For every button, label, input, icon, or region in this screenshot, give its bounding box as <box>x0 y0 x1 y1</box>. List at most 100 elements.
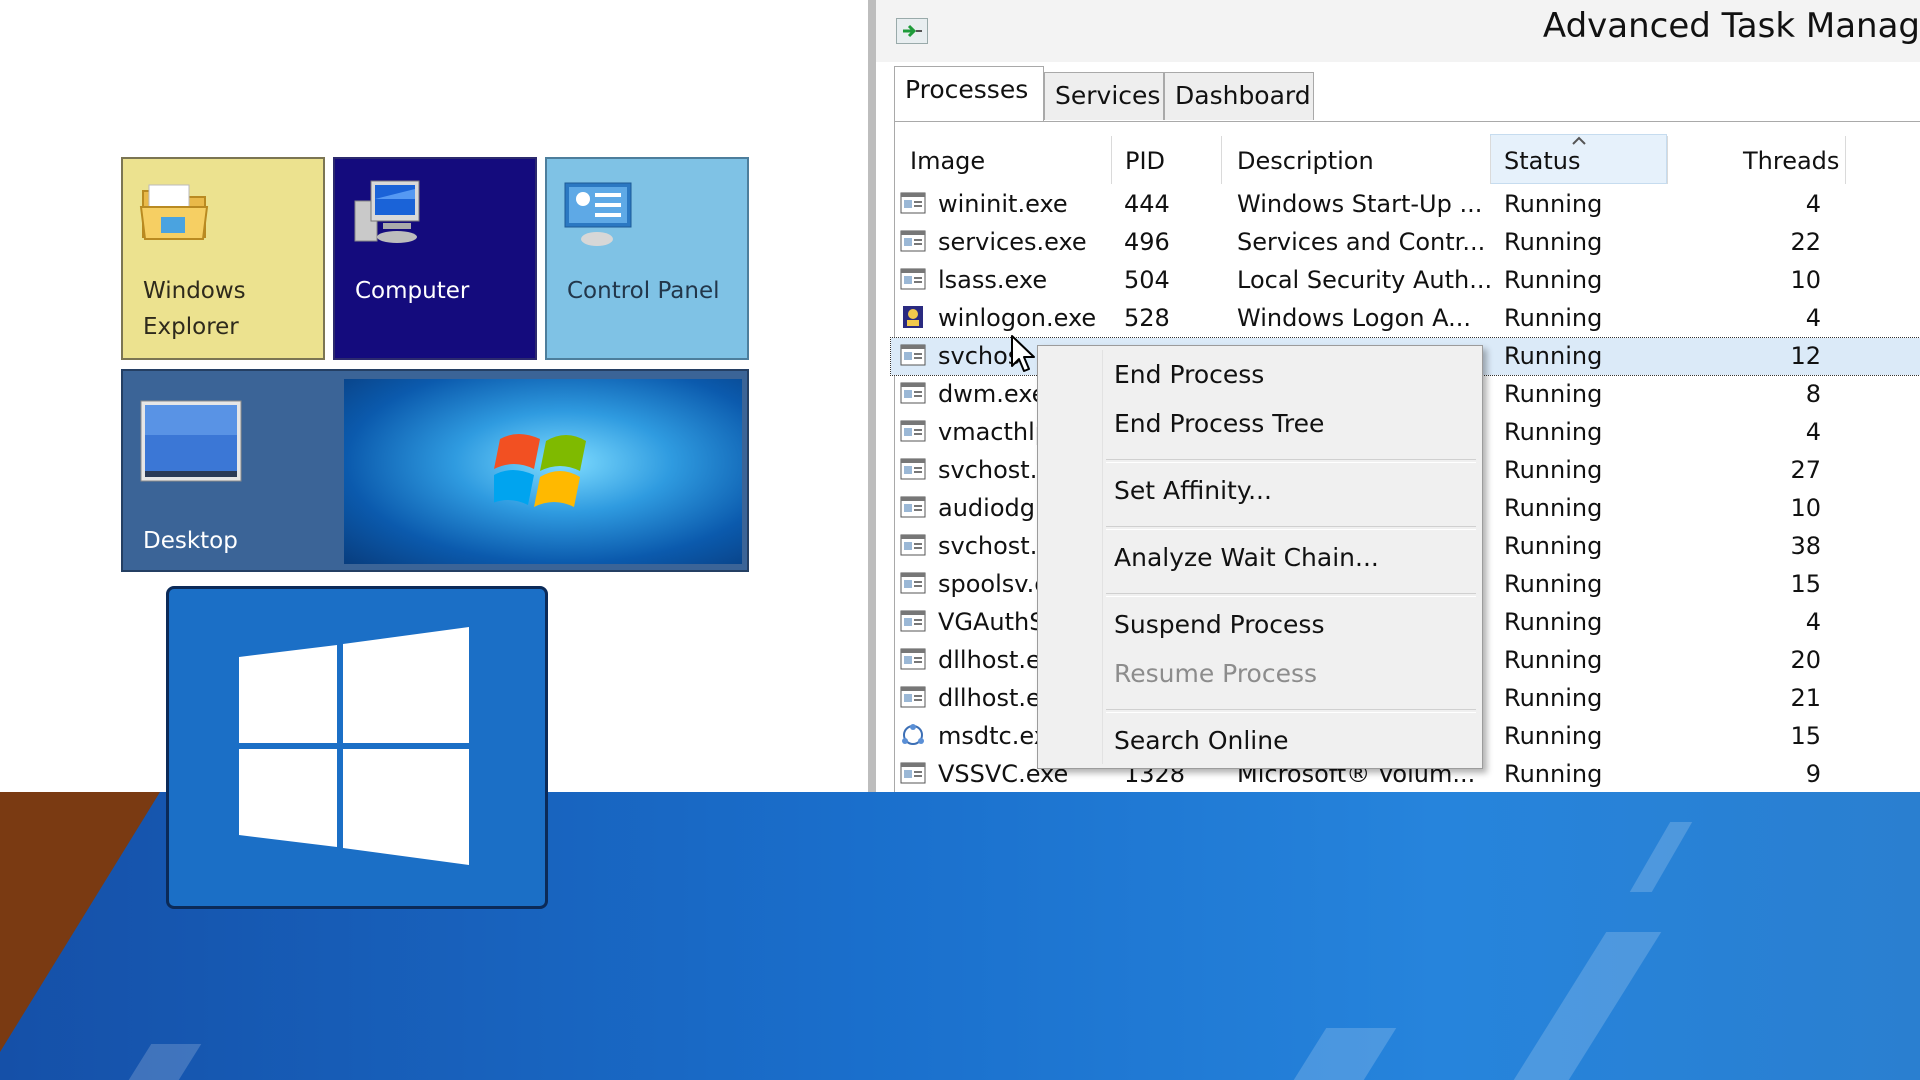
cell-description: Local Security Auth... <box>1237 266 1493 294</box>
computer-icon <box>354 180 420 243</box>
cell-threads: 15 <box>1790 722 1821 750</box>
column-header-pid[interactable]: PID <box>1125 147 1165 175</box>
cell-status: Running <box>1504 684 1603 712</box>
control-panel-tile[interactable]: Control Panel <box>545 157 749 360</box>
cell-threads: 38 <box>1790 532 1821 560</box>
cell-status: Running <box>1504 304 1603 332</box>
cell-threads: 4 <box>1805 418 1821 446</box>
cell-pid: 504 <box>1124 266 1170 294</box>
tab-processes[interactable]: Processes <box>894 66 1044 122</box>
table-row[interactable]: wininit.exe 444 Windows Start-Up ... Runnin… <box>891 186 1920 223</box>
menu-item-analyze-wait-chain[interactable]: Analyze Wait Chain... <box>1114 543 1379 572</box>
cell-description: Windows Logon A... <box>1237 304 1472 332</box>
cell-description: Windows Start-Up ... <box>1237 190 1483 218</box>
windows-explorer-tile[interactable]: Windows Explorer <box>121 157 325 360</box>
context-menu: End Process End Process Tree Set Affinit… <box>1037 345 1483 769</box>
menu-item-resume-process: Resume Process <box>1114 659 1318 688</box>
column-header-threads[interactable]: Threads <box>1743 147 1839 175</box>
cell-image: lsass.exe <box>938 266 1048 294</box>
column-header-status[interactable]: Status <box>1504 147 1580 175</box>
cell-status: Running <box>1504 418 1603 446</box>
window-icon <box>900 610 926 632</box>
cell-status: Running <box>1504 228 1603 256</box>
cell-threads: 4 <box>1805 190 1821 218</box>
tile-label: Windows <box>143 278 246 304</box>
decorative-stripe <box>1629 822 1693 892</box>
menu-separator <box>1106 526 1476 530</box>
column-separator[interactable] <box>1490 136 1491 184</box>
column-separator[interactable] <box>1221 136 1222 184</box>
menu-item-end-process[interactable]: End Process <box>1114 360 1264 389</box>
tile-label: Explorer <box>143 314 239 340</box>
cell-threads: 10 <box>1790 266 1821 294</box>
window-icon <box>900 344 926 366</box>
window-icon <box>900 496 926 518</box>
cell-status: Running <box>1504 342 1603 370</box>
cell-threads: 9 <box>1805 760 1821 788</box>
menu-separator <box>1106 459 1476 463</box>
column-separator[interactable] <box>1667 136 1668 184</box>
cell-status: Running <box>1504 646 1603 674</box>
desktop-wallpaper <box>344 379 742 564</box>
tile-label: Desktop <box>143 528 238 554</box>
cell-threads: 27 <box>1790 456 1821 484</box>
tab-services[interactable]: Services <box>1044 72 1164 120</box>
table-row[interactable]: winlogon.exe 528 Windows Logon A... Running… <box>891 300 1920 337</box>
window-icon <box>900 572 926 594</box>
tile-label: Computer <box>355 278 470 304</box>
column-separator[interactable] <box>1845 136 1846 184</box>
monitor-icon <box>140 400 242 482</box>
cell-pid: 528 <box>1124 304 1170 332</box>
cell-status: Running <box>1504 608 1603 636</box>
arrow-icon <box>903 24 922 38</box>
network-icon <box>902 724 924 745</box>
cell-status: Running <box>1504 190 1603 218</box>
cell-threads: 8 <box>1805 380 1821 408</box>
cell-status: Running <box>1504 456 1603 484</box>
mouse-cursor-icon <box>1011 335 1035 372</box>
window-icon <box>900 268 926 290</box>
cell-threads: 22 <box>1790 228 1821 256</box>
windows10-logo-icon <box>239 627 469 865</box>
cell-status: Running <box>1504 266 1603 294</box>
tab-dashboard[interactable]: Dashboard <box>1164 72 1314 120</box>
window-icon <box>900 458 926 480</box>
column-header-description[interactable]: Description <box>1237 147 1374 175</box>
cell-threads: 10 <box>1790 494 1821 522</box>
tile-label: Control Panel <box>567 278 720 304</box>
menu-separator <box>1106 709 1476 713</box>
cell-threads: 15 <box>1790 570 1821 598</box>
cell-pid: 496 <box>1124 228 1170 256</box>
table-row[interactable]: lsass.exe 504 Local Security Auth... Runnin… <box>891 262 1920 299</box>
menu-item-search-online[interactable]: Search Online <box>1114 726 1288 755</box>
cell-image: services.exe <box>938 228 1087 256</box>
menu-item-end-process-tree[interactable]: End Process Tree <box>1114 409 1324 438</box>
cell-status: Running <box>1504 494 1603 522</box>
table-row[interactable]: services.exe 496 Services and Contr... Runn… <box>891 224 1920 261</box>
cell-threads: 12 <box>1790 342 1821 370</box>
control-panel-icon <box>564 182 632 246</box>
cell-description: Services and Contr... <box>1237 228 1486 256</box>
title-bar[interactable]: Advanced Task Manag <box>876 0 1920 62</box>
cell-status: Running <box>1504 380 1603 408</box>
cell-threads: 4 <box>1805 608 1821 636</box>
cell-threads: 20 <box>1790 646 1821 674</box>
column-header-image[interactable]: Image <box>910 147 985 175</box>
desktop-tile[interactable]: Desktop <box>121 369 749 572</box>
cell-image: wininit.exe <box>938 190 1068 218</box>
column-separator[interactable] <box>1111 136 1112 184</box>
cell-status: Running <box>1504 570 1603 598</box>
menu-item-set-affinity[interactable]: Set Affinity... <box>1114 476 1272 505</box>
windows10-logo-tile <box>166 586 548 909</box>
cell-threads: 21 <box>1790 684 1821 712</box>
decorative-stripe <box>128 1044 202 1080</box>
cell-status: Running <box>1504 722 1603 750</box>
window-icon <box>900 192 926 214</box>
menu-gutter <box>1102 350 1103 764</box>
window-icon <box>900 648 926 670</box>
window-icon <box>900 534 926 556</box>
sort-arrow-icon <box>1572 136 1586 145</box>
computer-tile[interactable]: Computer <box>333 157 537 360</box>
menu-item-suspend-process[interactable]: Suspend Process <box>1114 610 1325 639</box>
winlogon-icon <box>903 306 923 328</box>
